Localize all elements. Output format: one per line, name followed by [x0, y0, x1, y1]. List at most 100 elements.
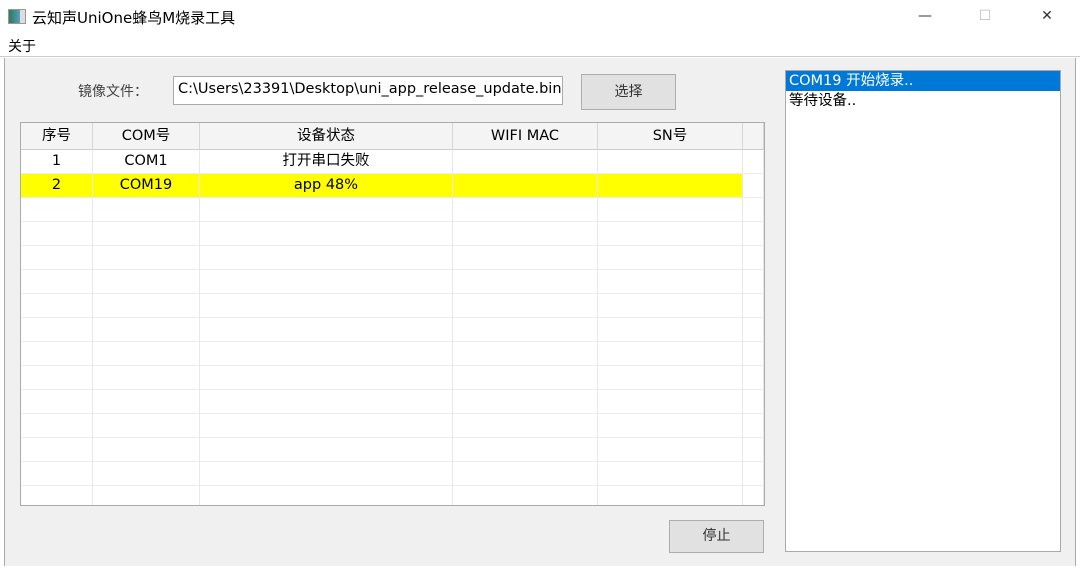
table-cell — [21, 270, 93, 294]
table-cell — [453, 462, 598, 486]
table-cell — [200, 246, 453, 270]
log-list[interactable]: COM19 开始烧录.. 等待设备.. — [785, 70, 1061, 552]
table-cell — [743, 246, 764, 270]
table-cell — [743, 270, 764, 294]
table-row[interactable]: 2 COM19 app 48% — [21, 174, 764, 198]
table-cell — [21, 318, 93, 342]
table-row[interactable] — [21, 222, 764, 246]
table-cell — [200, 198, 453, 222]
table-cell — [453, 294, 598, 318]
table-row[interactable] — [21, 366, 764, 390]
column-header[interactable]: 序号 — [21, 123, 93, 150]
table-cell: 打开串口失败 — [200, 150, 453, 174]
table-cell — [743, 222, 764, 246]
table-cell — [743, 198, 764, 222]
table-cell — [453, 318, 598, 342]
table-cell — [598, 342, 743, 366]
table-cell — [598, 438, 743, 462]
log-line[interactable]: 等待设备.. — [786, 91, 1060, 111]
table-cell: COM1 — [93, 150, 200, 174]
table-cell — [21, 486, 93, 505]
table-cell — [200, 222, 453, 246]
table-row[interactable]: 1 COM1 打开串口失败 — [21, 150, 764, 174]
table-cell — [453, 150, 598, 174]
table-row[interactable] — [21, 438, 764, 462]
table-cell — [93, 438, 200, 462]
table-cell — [743, 174, 764, 198]
table-row[interactable] — [21, 486, 764, 505]
image-file-label: 镜像文件： — [78, 84, 148, 100]
table-cell: 2 — [21, 174, 93, 198]
app-icon — [8, 9, 26, 24]
table-cell — [21, 198, 93, 222]
title-bar: 云知声UniOne蜂鸟M烧录工具 — ☐ ✕ — [0, 0, 1080, 34]
log-line[interactable]: COM19 开始烧录.. — [786, 71, 1060, 91]
table-row[interactable] — [21, 390, 764, 414]
stop-button[interactable]: 停止 — [669, 520, 764, 553]
table-cell — [93, 222, 200, 246]
table-cell — [200, 462, 453, 486]
maximize-button[interactable]: ☐ — [962, 0, 1008, 34]
column-header[interactable]: SN号 — [598, 123, 743, 150]
table-cell — [598, 198, 743, 222]
table-cell — [743, 342, 764, 366]
table-cell — [743, 366, 764, 390]
table-cell — [743, 414, 764, 438]
table-cell — [200, 366, 453, 390]
table-row[interactable] — [21, 342, 764, 366]
table-cell — [598, 390, 743, 414]
table-cell — [453, 438, 598, 462]
table-header[interactable]: 序号 COM号 设备状态 WIFI MAC SN号 — [21, 123, 764, 150]
table-cell — [598, 294, 743, 318]
table-cell — [93, 318, 200, 342]
window-title: 云知声UniOne蜂鸟M烧录工具 — [32, 9, 236, 27]
table-cell — [200, 486, 453, 505]
table-row[interactable] — [21, 198, 764, 222]
table-cell — [598, 486, 743, 505]
table-cell — [21, 246, 93, 270]
minimize-button[interactable]: — — [902, 0, 948, 34]
table-cell — [200, 294, 453, 318]
table-row[interactable] — [21, 246, 764, 270]
table-row[interactable] — [21, 462, 764, 486]
image-path-input[interactable]: C:\Users\23391\Desktop\uni_app_release_u… — [173, 76, 563, 105]
column-header[interactable]: COM号 — [93, 123, 200, 150]
table-cell: 1 — [21, 150, 93, 174]
table-cell — [453, 366, 598, 390]
table-cell: app 48% — [200, 174, 453, 198]
table-cell — [743, 438, 764, 462]
table-row[interactable] — [21, 414, 764, 438]
table-cell — [453, 270, 598, 294]
table-cell — [93, 294, 200, 318]
table-row[interactable] — [21, 270, 764, 294]
table-cell — [743, 150, 764, 174]
menu-bar: 关于 — [0, 34, 1080, 57]
table-cell — [453, 174, 598, 198]
select-button[interactable]: 选择 — [581, 74, 676, 110]
table-cell — [93, 246, 200, 270]
table-cell — [200, 414, 453, 438]
column-header[interactable]: 设备状态 — [200, 123, 453, 150]
table-cell — [21, 414, 93, 438]
table-cell — [598, 414, 743, 438]
table-cell — [200, 390, 453, 414]
table-cell — [453, 390, 598, 414]
table-cell: COM19 — [93, 174, 200, 198]
table-cell — [453, 246, 598, 270]
table-cell — [598, 318, 743, 342]
table-cell — [200, 438, 453, 462]
table-cell — [21, 366, 93, 390]
table-cell — [453, 486, 598, 505]
table-cell — [453, 414, 598, 438]
table-cell — [21, 438, 93, 462]
menu-about[interactable]: 关于 — [8, 36, 36, 56]
table-cell — [93, 342, 200, 366]
column-header[interactable] — [743, 123, 764, 150]
close-button[interactable]: ✕ — [1024, 0, 1070, 34]
table-row[interactable] — [21, 294, 764, 318]
table-row[interactable] — [21, 318, 764, 342]
table-cell — [93, 366, 200, 390]
column-header[interactable]: WIFI MAC — [453, 123, 598, 150]
table-cell — [743, 390, 764, 414]
table-cell — [598, 174, 743, 198]
